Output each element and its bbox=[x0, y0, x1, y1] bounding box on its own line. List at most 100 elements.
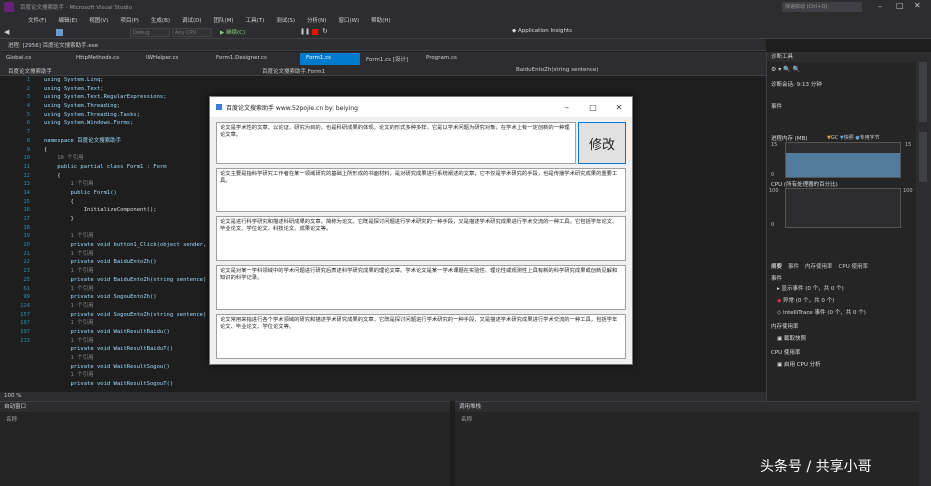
line-number: 3 bbox=[26, 94, 30, 101]
toolbar: ◀ Debug Any CPU ▶ 继续(C) ❚❚ ↻ ◆ Applicati… bbox=[0, 26, 931, 39]
autos-title: 自动窗口 bbox=[0, 402, 450, 412]
menu-item-3[interactable]: 项目(P) bbox=[120, 16, 139, 24]
memory-section-title: 内存使用率 bbox=[771, 324, 799, 330]
diag-subtab-0[interactable]: 摘要 bbox=[771, 262, 782, 270]
editor-status-strip: 100 % bbox=[0, 392, 766, 401]
debug-location-bar: 进程: [2956] 百度论文搜索助手.exe bbox=[0, 39, 766, 51]
form-title: 百度论文搜索助手 www.52pojie.cn by: beiying bbox=[226, 104, 358, 112]
zoom-level[interactable]: 100 % bbox=[4, 393, 21, 399]
exception-icon: ◆ bbox=[777, 298, 782, 304]
continue-button[interactable]: ▶ 继续(C) bbox=[220, 28, 245, 36]
diagnostic-tools-panel: 诊断工具 ⚙ ▾ 🔍 🔍 诊断会话: 9:13 分钟 事件 进程内存 (MB) … bbox=[766, 52, 916, 401]
line-number: 213 bbox=[20, 337, 30, 344]
tab-6[interactable]: Program.cs bbox=[420, 53, 490, 65]
quick-launch[interactable]: 快速启动 (Ctrl+Q) bbox=[782, 2, 862, 12]
line-number: 197 bbox=[20, 328, 30, 335]
tab-3[interactable]: Form1.Designer.cs bbox=[210, 53, 300, 65]
navigation-bar: 百度论文搜索助手 百度论文搜索助手.Form1 BaiduEntoZh(stri… bbox=[0, 65, 766, 76]
line-number: 17 bbox=[23, 216, 30, 222]
line-number: 11 bbox=[23, 163, 30, 170]
tab-0[interactable]: Global.cs bbox=[0, 53, 70, 65]
memory-axis-max: 15 bbox=[771, 142, 778, 148]
pause-icon[interactable]: ❚❚ bbox=[300, 28, 310, 35]
diagnostics-toolbar: ⚙ ▾ 🔍 🔍 bbox=[771, 66, 801, 73]
restart-icon[interactable]: ↻ bbox=[322, 27, 328, 35]
paper-textbox-3[interactable]: 论文是进行科学研究和描述科研成果的文章，简称为论文。它既是探讨问题进行学术研究的… bbox=[216, 216, 626, 261]
event-item-1[interactable]: ◆ 异常 (0 个，共 0 个) bbox=[777, 296, 834, 304]
line-number: 20 bbox=[23, 242, 30, 249]
code-line: using System.Linq; bbox=[44, 77, 104, 83]
nav-project-select[interactable]: 百度论文搜索助手 bbox=[8, 67, 52, 75]
diagnostic-subtabs: 摘要 事件 内存使用率 CPU 使用率 bbox=[771, 262, 868, 270]
menu-item-2[interactable]: 视图(V) bbox=[89, 16, 108, 24]
menu-item-1[interactable]: 编辑(E) bbox=[58, 16, 77, 24]
line-number: 15 bbox=[23, 198, 30, 205]
line-numbers: 1 2 3 4 5 6 7 8 9 10 11 12 13 14 15 16 17 18 19 20 21 22 23 25 6… bbox=[0, 76, 30, 345]
line-number: 9 bbox=[26, 146, 30, 153]
stop-icon[interactable] bbox=[312, 29, 318, 35]
event-item-0[interactable]: ▸ 显示事件 (0 个，共 0 个) bbox=[777, 284, 844, 292]
code-line: private void WaitResultSogouT() bbox=[44, 381, 174, 388]
paper-textbox-4[interactable]: 论文是对某一学科领域中的学术问题进行研究后表述科学研究成果的理论文章。学术论文是… bbox=[216, 265, 626, 310]
menu-item-8[interactable]: 测试(S) bbox=[276, 16, 295, 24]
back-icon[interactable]: ◀ bbox=[4, 28, 9, 36]
diag-subtab-2[interactable]: 内存使用率 bbox=[805, 262, 833, 270]
nav-member-select[interactable]: BaiduEntoZh(string sentence) bbox=[516, 67, 598, 73]
line-number: 23 bbox=[23, 268, 30, 275]
memory-graph bbox=[785, 142, 901, 178]
line-number: 7 bbox=[26, 129, 30, 136]
save-icon[interactable] bbox=[56, 29, 63, 36]
take-snapshot-button[interactable]: ▣ 截取快照 bbox=[777, 334, 806, 342]
session-label: 诊断会话: 9:13 分钟 bbox=[771, 82, 822, 88]
platform-select[interactable]: Any CPU bbox=[172, 28, 212, 37]
maximize-button[interactable]: □ bbox=[896, 1, 904, 10]
line-number: 124 bbox=[20, 302, 30, 309]
enable-cpu-profiling-label: 启用 CPU 分析 bbox=[783, 362, 821, 368]
minimize-button[interactable]: – bbox=[878, 2, 882, 11]
paper-textbox-5[interactable]: 论文常用来指进行各个学术领域的研究和描述学术研究成果的文章，它既是探讨问题进行学… bbox=[216, 314, 626, 359]
form-close-button[interactable]: ✕ bbox=[606, 103, 632, 112]
solution-explorer-tab[interactable] bbox=[919, 62, 927, 122]
menu-item-5[interactable]: 调试(D) bbox=[182, 16, 202, 24]
debug-config-select[interactable]: Debug bbox=[130, 28, 170, 37]
running-form-window[interactable]: 百度论文搜索助手 www.52pojie.cn by: beiying – □ … bbox=[209, 96, 633, 365]
menu-item-7[interactable]: 工具(T) bbox=[246, 16, 265, 24]
menu-item-9[interactable]: 分析(N) bbox=[307, 16, 326, 24]
nav-class-select[interactable]: 百度论文搜索助手.Form1 bbox=[262, 67, 325, 75]
tab-2[interactable]: IWHelper.cs bbox=[140, 53, 210, 65]
enable-cpu-profiling-button[interactable]: ▣ 启用 CPU 分析 bbox=[777, 360, 821, 368]
line-number: 4 bbox=[26, 103, 30, 110]
close-button[interactable]: ✕ bbox=[914, 1, 921, 10]
event-item-2[interactable]: ◇ IntelliTrace 事件 (0 个，共 0 个) bbox=[777, 308, 866, 316]
paper-textbox-1[interactable]: 论文是学术性的文章，以论证、研究为目的，也是科研成果的体现。论文的形式多种多样，… bbox=[216, 122, 576, 164]
cpu-axis-max-right: 100 bbox=[903, 188, 913, 194]
memory-axis-max-right: 15 bbox=[905, 142, 912, 148]
menu-item-6[interactable]: 团队(M) bbox=[214, 16, 234, 24]
code-line: 1 个引用 bbox=[44, 372, 94, 379]
document-tabs: Global.cs HttpMethods.cs IWHelper.cs Form1.… bbox=[0, 52, 766, 65]
tab-4[interactable]: Form1.cs bbox=[300, 53, 360, 65]
line-number: 14 bbox=[23, 189, 30, 196]
call-stack-title: 调用堆栈 bbox=[455, 402, 919, 412]
diag-subtab-1[interactable]: 事件 bbox=[788, 262, 799, 270]
form-maximize-button[interactable]: □ bbox=[580, 103, 606, 112]
tab-1[interactable]: HttpMethods.cs bbox=[70, 53, 140, 65]
paper-textbox-2[interactable]: 论文主要是指科学研究工作者在某一领域研究的基础上所形成的书面材料，是对研究成果进… bbox=[216, 168, 626, 212]
menu-item-4[interactable]: 生成(B) bbox=[151, 16, 170, 24]
process-select[interactable]: 进程: [2956] 百度论文搜索助手.exe bbox=[8, 41, 98, 49]
modify-button[interactable]: 修改 bbox=[578, 122, 626, 164]
menu-item-0[interactable]: 文件(F) bbox=[28, 16, 46, 24]
application-insights-button[interactable]: ◆ Application Insights bbox=[512, 28, 572, 34]
tab-5[interactable]: Form1.cs [设计] bbox=[360, 53, 420, 65]
diag-subtab-3[interactable]: CPU 使用率 bbox=[839, 262, 868, 270]
event-item-2-label: IntelliTrace 事件 (0 个，共 0 个) bbox=[782, 310, 866, 316]
cpu-axis-max: 100 bbox=[769, 188, 779, 194]
team-explorer-tab[interactable] bbox=[919, 132, 927, 182]
menu-item-11[interactable]: 帮助(H) bbox=[371, 16, 390, 24]
menu-item-10[interactable]: 窗口(W) bbox=[338, 16, 359, 24]
line-number: 2 bbox=[26, 85, 30, 92]
form-minimize-button[interactable]: – bbox=[554, 103, 580, 112]
line-number: 157 bbox=[20, 311, 30, 318]
line-number: 16 bbox=[23, 207, 30, 214]
legend-snapshot: 快照 bbox=[843, 135, 854, 141]
